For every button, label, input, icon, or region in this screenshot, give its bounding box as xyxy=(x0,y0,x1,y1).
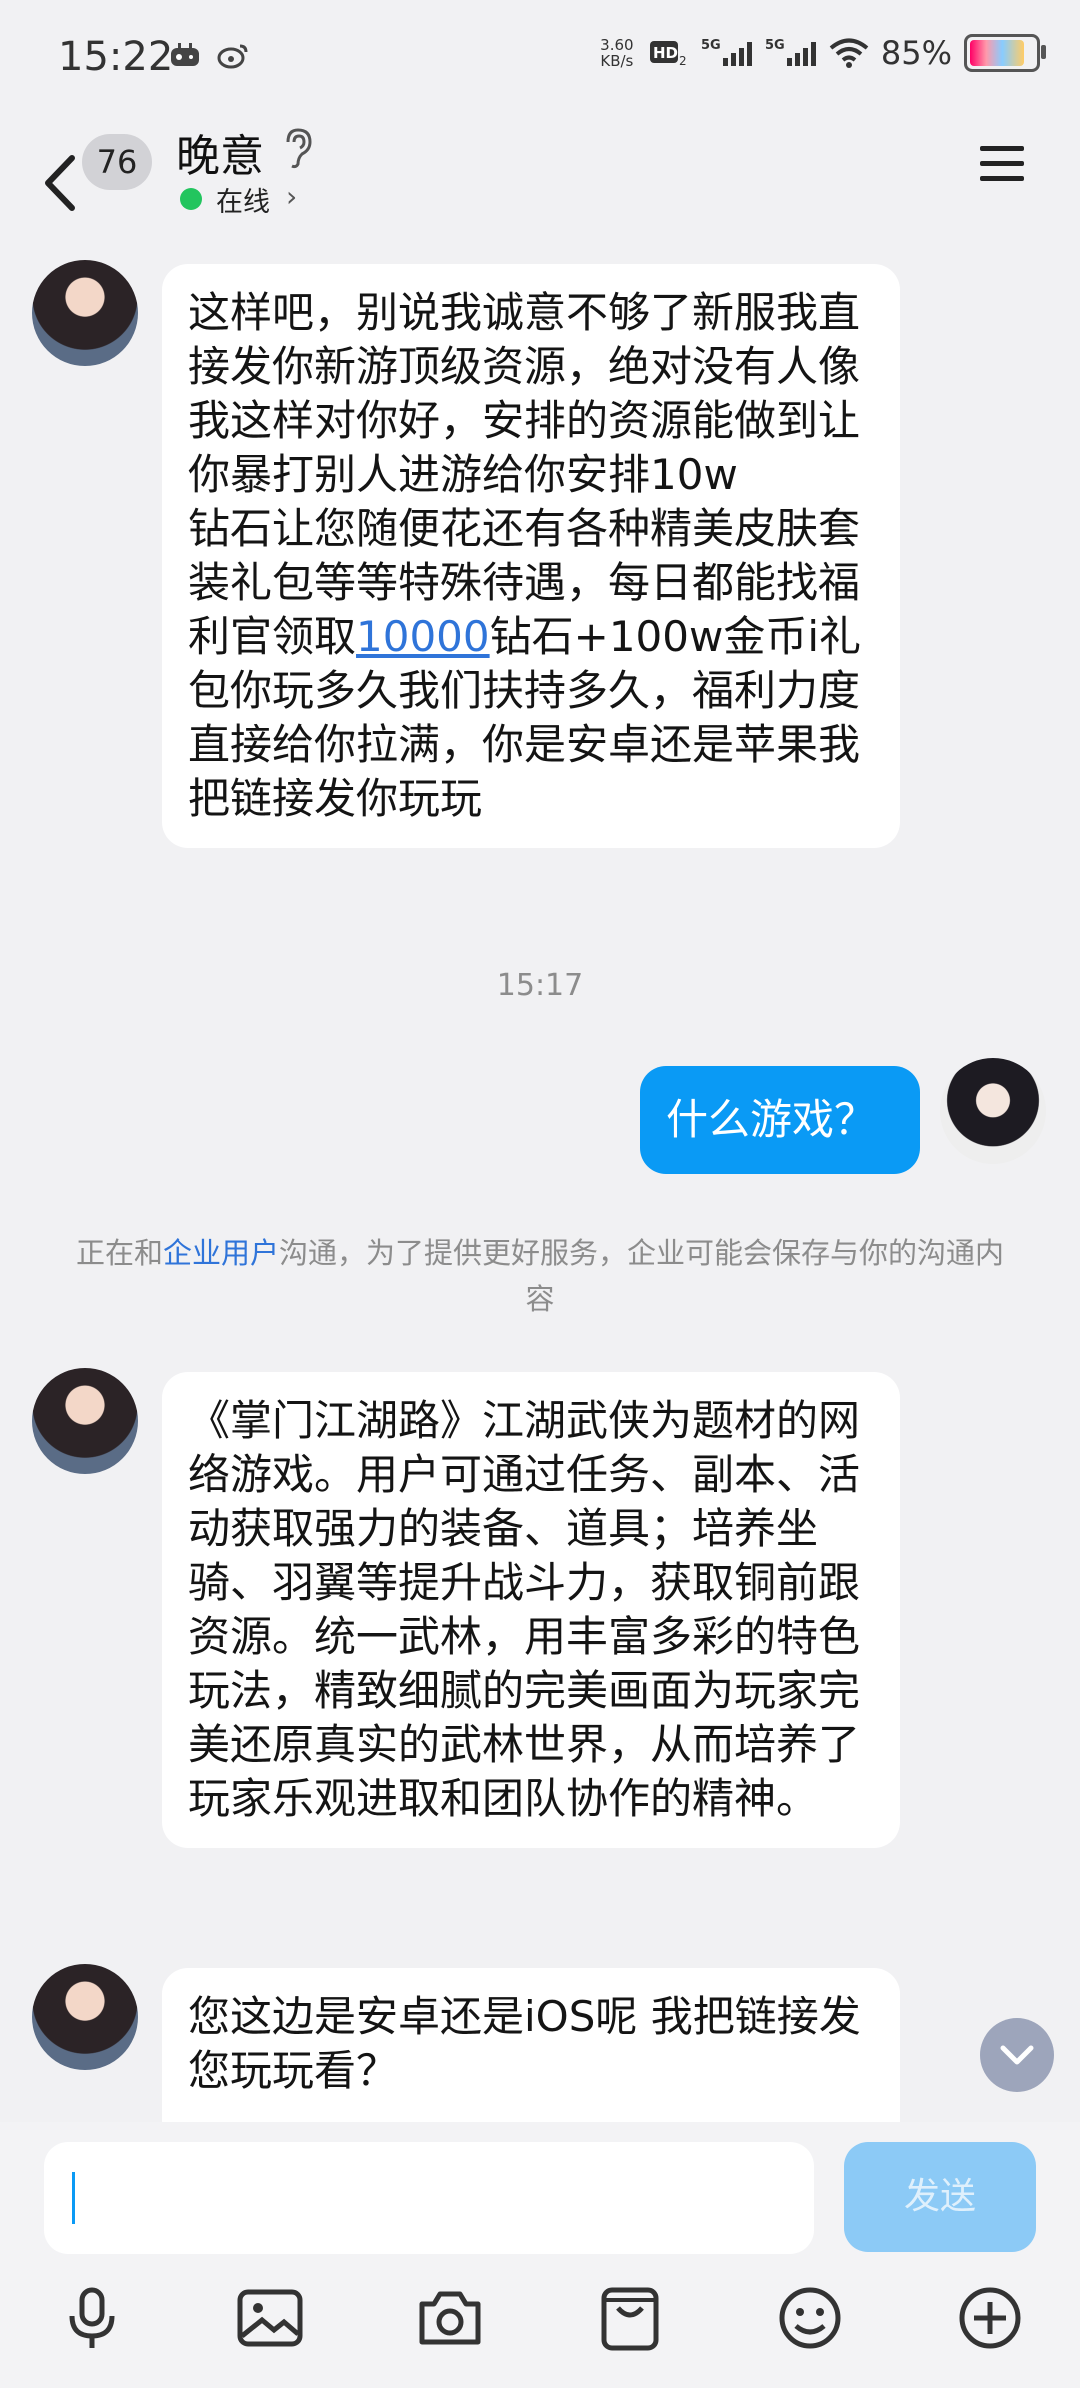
game-controller-icon xyxy=(171,43,199,66)
message-bubble[interactable]: 《掌门江湖路》江湖武侠为题材的网络游戏。用户可通过任务、副本、活动获取强力的装备… xyxy=(162,1372,900,1848)
unread-badge: 76 xyxy=(82,134,152,190)
contact-avatar[interactable] xyxy=(32,1368,138,1474)
enterprise-user-link[interactable]: 企业用户 xyxy=(163,1236,279,1270)
svg-text:2: 2 xyxy=(679,54,687,68)
my-avatar[interactable] xyxy=(940,1058,1046,1164)
battery-icon xyxy=(964,34,1046,72)
chevron-right-icon[interactable]: › xyxy=(286,180,297,213)
text-caret xyxy=(72,2172,75,2224)
message-link[interactable]: 10000 xyxy=(356,612,490,661)
status-time: 15:22 xyxy=(58,34,174,80)
signal-5g-icon: 5G xyxy=(701,38,752,66)
chat-header: 76 晚意 在线 › xyxy=(0,120,1080,250)
battery-percent: 85% xyxy=(880,34,952,72)
image-icon[interactable] xyxy=(234,2282,306,2354)
message-timestamp: 15:17 xyxy=(496,968,584,1003)
message-input[interactable] xyxy=(44,2142,814,2254)
emoji-icon[interactable] xyxy=(774,2282,846,2354)
svg-text:HD: HD xyxy=(653,44,678,62)
chevron-down-icon xyxy=(1000,2045,1034,2065)
online-indicator xyxy=(180,188,202,210)
toolbar xyxy=(0,2282,1080,2372)
contact-avatar[interactable] xyxy=(32,1964,138,2070)
hd-icon: HD 2 xyxy=(649,41,687,68)
microphone-icon[interactable] xyxy=(56,2282,128,2354)
my-message-bubble[interactable]: 什么游戏？ xyxy=(640,1066,920,1174)
status-bar: 15:22 3.60 KB/s HD 2 5G 5G 85% xyxy=(0,0,1080,120)
ear-icon[interactable] xyxy=(280,126,316,170)
contact-name[interactable]: 晚意 xyxy=(176,120,264,184)
svg-text:5G: 5G xyxy=(765,38,785,53)
menu-button[interactable] xyxy=(978,142,1026,186)
input-bar: 发送 xyxy=(0,2122,1080,2388)
send-button[interactable]: 发送 xyxy=(844,2142,1036,2252)
scroll-down-button[interactable] xyxy=(980,2018,1054,2092)
network-speed: 3.60 KB/s xyxy=(600,36,634,70)
enterprise-notice: 正在和企业用户沟通，为了提供更好服务，企业可能会保存与你的沟通内容 xyxy=(75,1236,1005,1316)
weibo-icon xyxy=(217,44,248,69)
message-bubble[interactable]: 您这边是安卓还是iOS呢 我把链接发您玩玩看？ xyxy=(162,1968,900,2128)
svg-text:5G: 5G xyxy=(701,38,721,53)
signal-5g-icon: 5G xyxy=(765,38,816,66)
wifi-icon xyxy=(829,38,869,68)
wallet-icon[interactable] xyxy=(594,2282,666,2354)
back-button[interactable] xyxy=(36,138,86,228)
contact-avatar[interactable] xyxy=(32,260,138,366)
camera-icon[interactable] xyxy=(414,2282,486,2354)
plus-icon[interactable] xyxy=(954,2282,1026,2354)
message-bubble[interactable]: 这样吧，别说我诚意不够了新服我直接发你新游顶级资源，绝对没有人像我这样对你好，安… xyxy=(162,264,900,848)
online-status[interactable]: 在线 xyxy=(216,180,270,219)
